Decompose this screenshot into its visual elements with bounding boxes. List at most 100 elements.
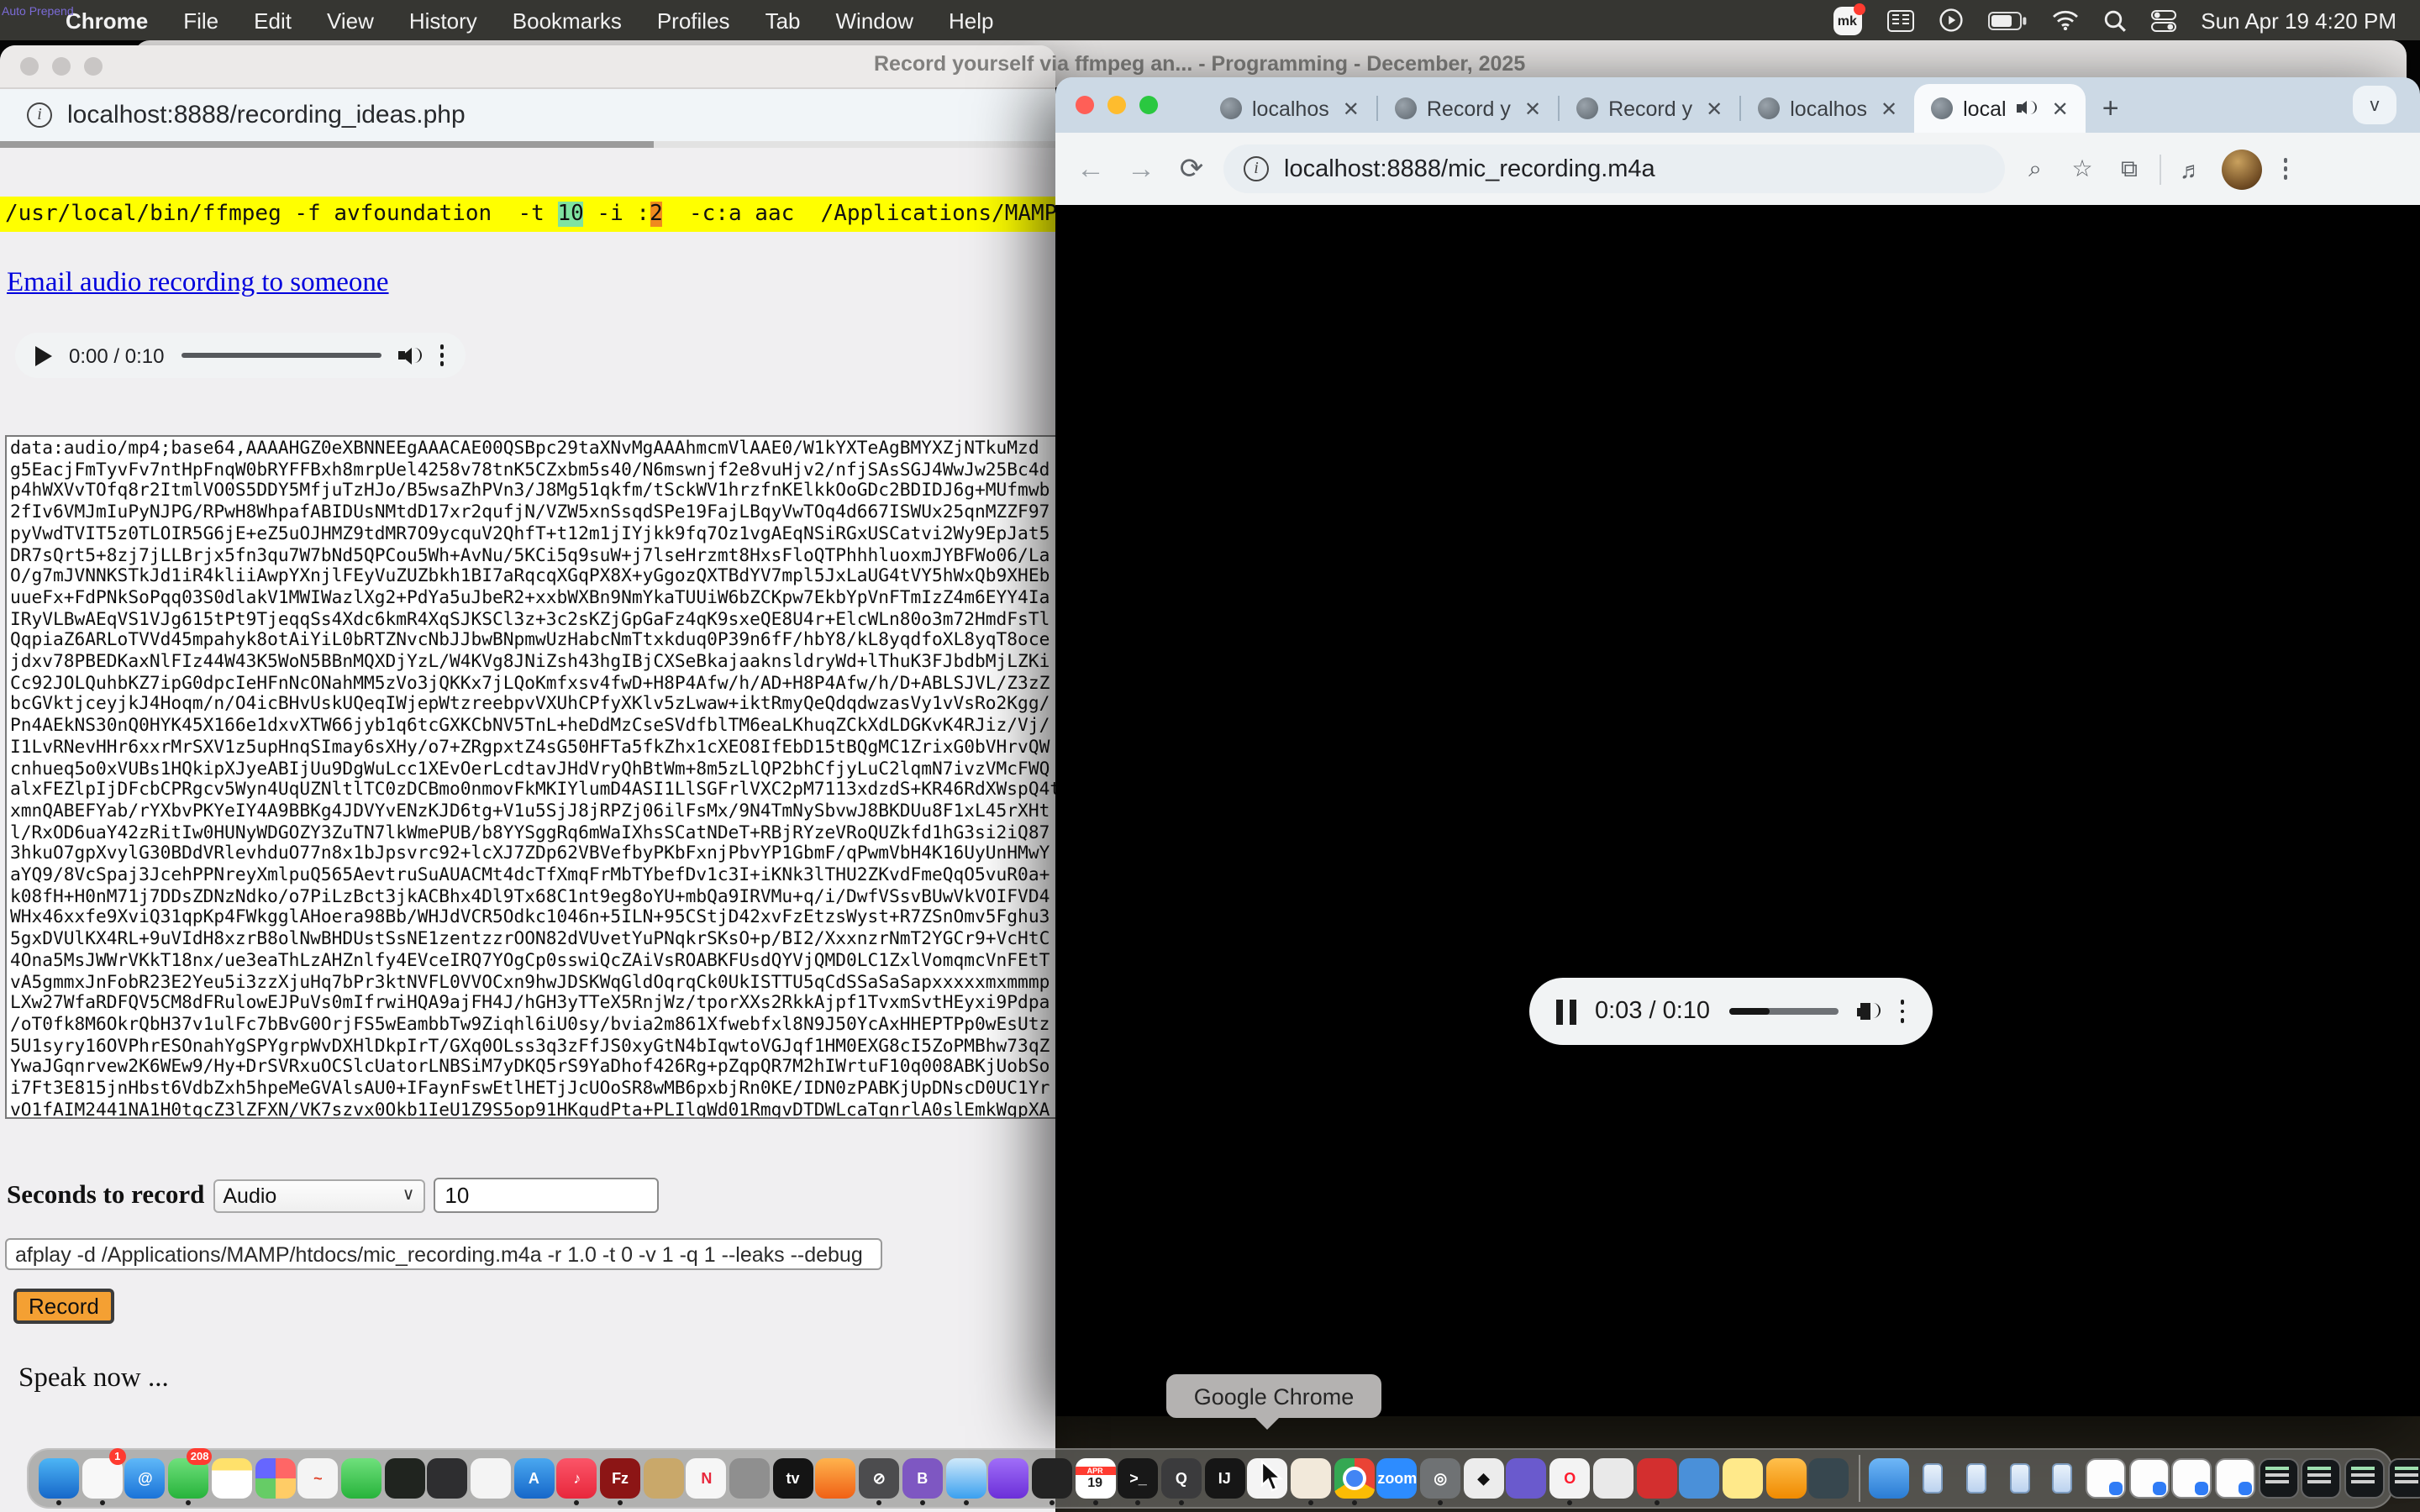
dock-facetime-icon[interactable] <box>341 1453 381 1504</box>
dock-contacts-icon[interactable] <box>643 1458 683 1499</box>
dock-minimized-terminal-3[interactable] <box>2344 1453 2385 1504</box>
minimize-button[interactable] <box>1107 96 1126 114</box>
battery-icon[interactable] <box>1987 11 2026 29</box>
dock-downloads-icon[interactable] <box>1870 1458 1910 1499</box>
menu-window[interactable]: Window <box>836 8 914 33</box>
dock-zoom-icon[interactable]: zoom <box>1377 1453 1418 1504</box>
dock-filezilla-icon[interactable]: Fz <box>600 1458 640 1499</box>
tab-close-icon[interactable]: ✕ <box>1521 97 1544 120</box>
dock-blue-doc-icon[interactable] <box>1679 1458 1719 1499</box>
dock-mail-icon[interactable]: @ <box>125 1453 166 1504</box>
dock-textedit-icon[interactable] <box>471 1458 511 1499</box>
dock-appstore-icon[interactable]: A <box>513 1453 554 1504</box>
close-button[interactable] <box>1076 96 1094 114</box>
zoom-search-icon[interactable]: ⌕ <box>2018 155 2052 183</box>
spotlight-search-icon[interactable] <box>2103 9 2125 31</box>
dock-minimized-doc-3[interactable] <box>2171 1453 2212 1504</box>
dock-minimized-terminal-1[interactable] <box>2258 1453 2298 1504</box>
dock-art-studio-icon[interactable] <box>1291 1458 1331 1499</box>
volume-icon[interactable] <box>1857 1001 1881 1021</box>
dock-safari-icon[interactable] <box>945 1453 986 1504</box>
dock-notes-icon[interactable] <box>212 1453 252 1504</box>
play-circle-icon[interactable] <box>1939 8 1962 32</box>
afplay-command-input[interactable]: afplay -d /Applications/MAMP/htdocs/mic_… <box>5 1238 882 1270</box>
dock-tooth-icon[interactable] <box>1593 1453 1634 1504</box>
menu-bookmarks[interactable]: Bookmarks <box>513 8 622 33</box>
dock-minimized-doc-1[interactable] <box>2086 1453 2126 1504</box>
dock-bulb-icon[interactable] <box>1765 1453 1806 1504</box>
dock-minimized-terminal-4[interactable] <box>2387 1458 2420 1499</box>
dock-code-editor-icon[interactable] <box>1032 1458 1072 1499</box>
dock-system-rings-icon[interactable]: ◎ <box>1420 1453 1460 1504</box>
scrollbar-thumb[interactable] <box>0 141 655 148</box>
dock-gimp-icon[interactable] <box>729 1458 770 1499</box>
menu-help[interactable]: Help <box>949 8 994 33</box>
dock-minimized-terminal-2[interactable] <box>2302 1453 2342 1504</box>
email-recording-link[interactable]: Email audio recording to someone <box>7 265 389 299</box>
dock-minimized-doc-1[interactable] <box>2086 1458 2126 1499</box>
chrome-menu-icon[interactable] <box>2282 158 2289 180</box>
dock-nosign-icon[interactable]: ⊘ <box>859 1453 899 1504</box>
tab-close-icon[interactable]: ✕ <box>1339 97 1363 120</box>
dock-calendar-icon[interactable]: 19 <box>1075 1453 1115 1504</box>
dock-bbedit-icon[interactable]: B <box>902 1453 943 1504</box>
dock-reminders-icon[interactable]: 1 <box>82 1453 122 1504</box>
menu-view[interactable]: View <box>327 8 374 33</box>
browser-tab-record-y-1[interactable]: Record y✕ <box>1378 84 1558 133</box>
dock-appstore-icon[interactable]: A <box>513 1458 554 1499</box>
right-url-text[interactable]: localhost:8888/mic_recording.m4a <box>1284 155 1655 182</box>
dock-minimized-safari-2[interactable] <box>1966 1463 1986 1494</box>
dock-firefox-icon[interactable] <box>816 1458 856 1499</box>
dock-notes-icon[interactable] <box>212 1458 252 1499</box>
dock-purple-cat-icon[interactable] <box>1507 1453 1547 1504</box>
dock-tooth-icon[interactable] <box>1593 1458 1634 1499</box>
dock-stickies-icon[interactable] <box>1723 1458 1763 1499</box>
dock-finder-icon[interactable] <box>39 1458 79 1499</box>
dock-appletv-icon[interactable]: tv <box>773 1458 813 1499</box>
dock-minimized-terminal-1[interactable] <box>2258 1458 2298 1499</box>
dock-minimized-terminal-4[interactable] <box>2387 1453 2420 1504</box>
dock-stocks-icon[interactable]: ~ <box>297 1453 338 1504</box>
volume-icon[interactable] <box>398 345 422 365</box>
dock-terminal2-icon[interactable]: >_ <box>1118 1453 1158 1504</box>
dock-terminal-icon[interactable] <box>384 1453 424 1504</box>
tab-search-chevron-button[interactable]: v <box>2353 86 2396 124</box>
dock-chrome-icon[interactable] <box>1334 1458 1374 1499</box>
dock-filezilla-icon[interactable]: Fz <box>600 1453 640 1504</box>
dock-contacts-icon[interactable] <box>643 1453 683 1504</box>
right-audio-player[interactable]: 0:03 / 0:10 <box>1529 978 1933 1045</box>
omnibox[interactable]: i localhost:8888/mic_recording.m4a <box>1223 144 2005 193</box>
dock-minimized-terminal-3[interactable] <box>2344 1458 2385 1499</box>
dock-music-icon[interactable]: ♪ <box>557 1453 597 1504</box>
dock-launchpad-icon[interactable] <box>255 1458 295 1499</box>
dock-quicktime-icon[interactable]: Q <box>1161 1453 1202 1504</box>
zoom-button[interactable] <box>84 57 103 76</box>
dock-stocks-icon[interactable]: ~ <box>297 1458 338 1499</box>
reload-icon[interactable]: ⟳ <box>1173 152 1210 186</box>
control-center-icon[interactable] <box>2150 9 2175 31</box>
media-type-select[interactable]: Audio ∨ <box>213 1179 424 1212</box>
menu-tab[interactable]: Tab <box>765 8 801 33</box>
dock-device-icon[interactable] <box>428 1458 468 1499</box>
menu-edit[interactable]: Edit <box>254 8 292 33</box>
dock-intellij-icon[interactable]: IJ <box>1204 1458 1244 1499</box>
left-audio-player[interactable]: 0:00 / 0:10 <box>15 333 466 378</box>
close-button[interactable] <box>20 57 39 76</box>
clock[interactable]: Sun Apr 19 4:20 PM <box>2201 8 2396 33</box>
dock-bulb-icon[interactable] <box>1765 1458 1806 1499</box>
menu-chrome[interactable]: Chrome <box>66 8 148 33</box>
dock-quicktime-icon[interactable]: Q <box>1161 1458 1202 1499</box>
browser-tab-local-4[interactable]: local✕ <box>1914 84 2086 133</box>
dock-news-icon[interactable]: N <box>687 1453 727 1504</box>
dock-appletv-icon[interactable]: tv <box>772 1453 813 1504</box>
dock-launchpad-icon[interactable] <box>255 1453 295 1504</box>
dock-podcasts-icon[interactable] <box>988 1453 1028 1504</box>
dock-minimized-safari-2[interactable] <box>1956 1453 1996 1504</box>
dock-inkscape-icon[interactable]: ◆ <box>1463 1453 1503 1504</box>
dock-music-icon[interactable]: ♪ <box>557 1458 597 1499</box>
play-icon[interactable] <box>35 345 52 365</box>
dock-minimized-doc-4[interactable] <box>2215 1458 2255 1499</box>
dock-downloads-icon[interactable] <box>1870 1453 1910 1504</box>
dock-messages-icon[interactable]: 208 <box>168 1453 208 1504</box>
dock-stickies-icon[interactable] <box>1723 1453 1763 1504</box>
